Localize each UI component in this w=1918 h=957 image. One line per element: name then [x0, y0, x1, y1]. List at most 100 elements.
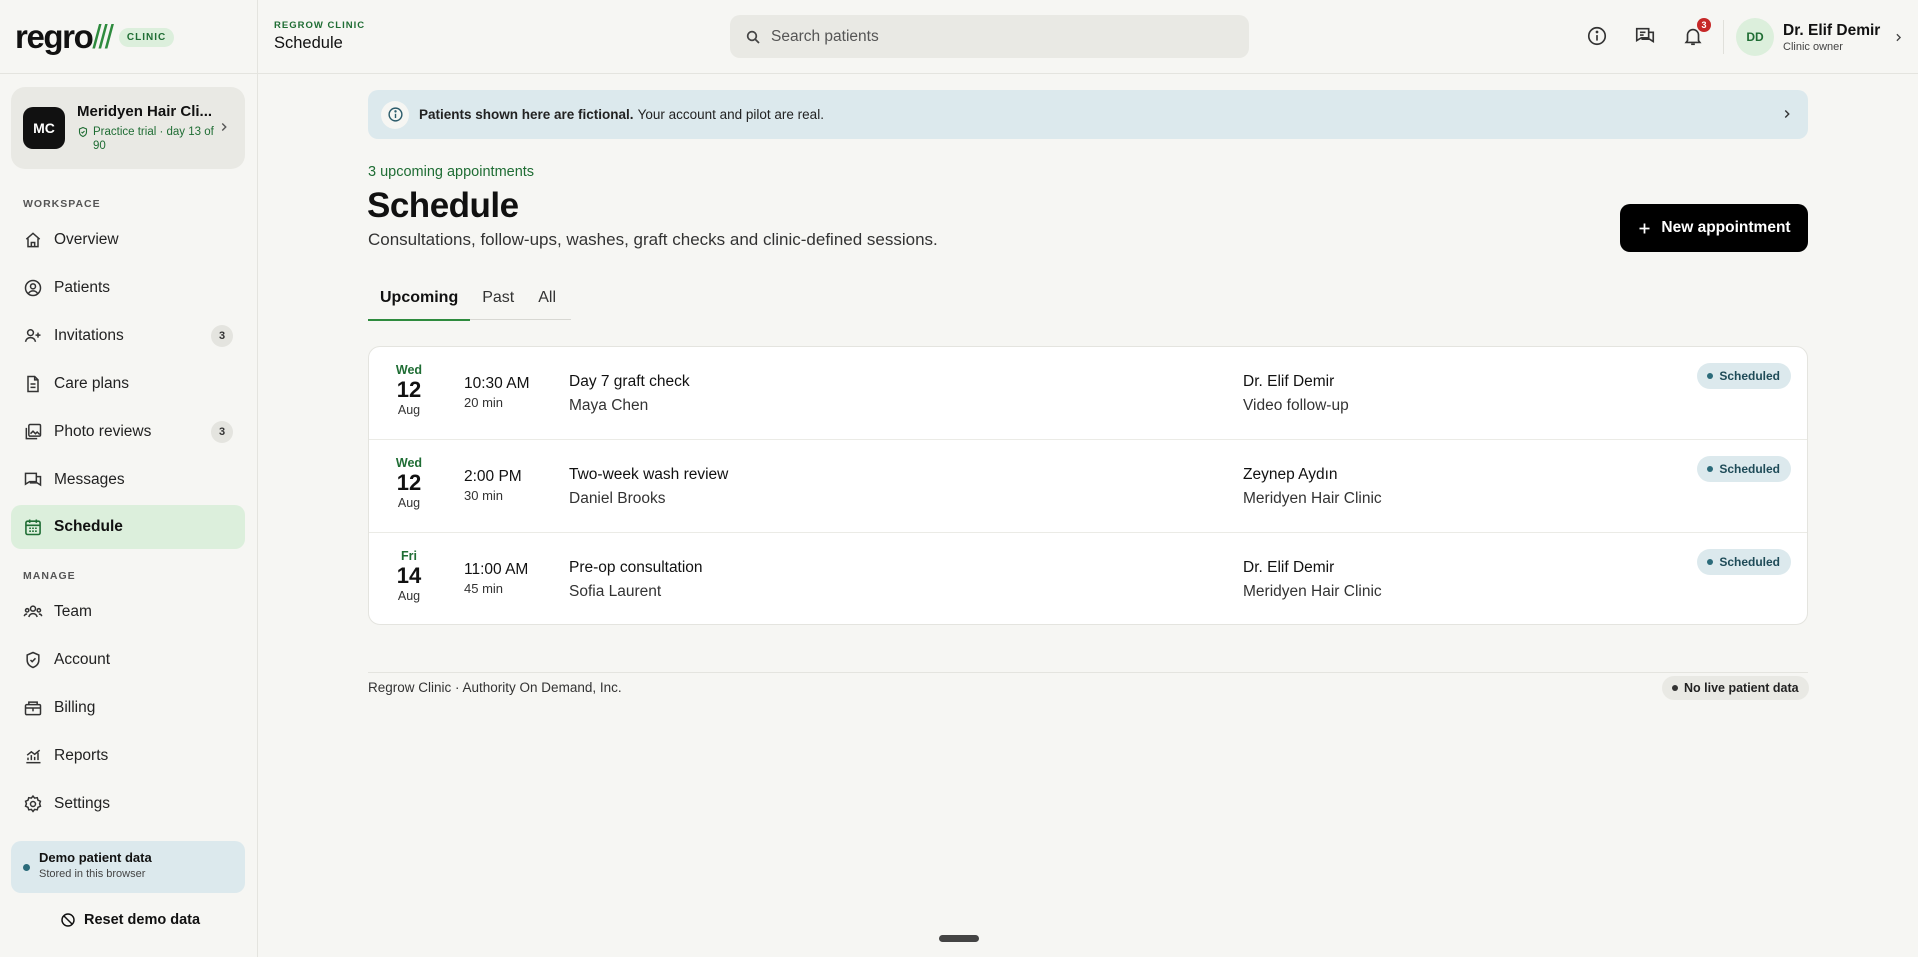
sidebar-item-label: Invitations: [54, 327, 124, 344]
appointment-duration: 30 min: [464, 488, 504, 503]
sidebar-item-label: Settings: [54, 795, 111, 812]
sidebar-item-overview[interactable]: Overview: [11, 218, 245, 262]
user-role: Clinic owner: [1783, 40, 1843, 53]
appointment-date: Fri 14 Aug: [386, 549, 432, 603]
appointment-date: Wed 12 Aug: [386, 363, 432, 417]
search-icon: [746, 30, 760, 44]
tab-all[interactable]: All: [526, 283, 568, 320]
drag-handle[interactable]: [939, 935, 979, 942]
status-label: Scheduled: [1719, 462, 1780, 476]
appointment-patient: Maya Chen: [569, 397, 649, 414]
sidebar-item-label: Photo reviews: [54, 423, 152, 440]
photo-reviews-count-badge: 3: [211, 421, 233, 443]
sidebar-item-label: Team: [54, 603, 92, 620]
calendar-icon: [25, 519, 41, 536]
user-circle-icon: [24, 279, 42, 297]
status-label: Scheduled: [1719, 369, 1780, 383]
appointment-row[interactable]: Wed 12 Aug 10:30 AM 20 min Day 7 graft c…: [369, 347, 1807, 440]
reset-demo-data-label: Reset demo data: [84, 912, 201, 928]
appointment-title: Two-week wash review: [569, 466, 729, 483]
sidebar-item-care-plans[interactable]: Care plans: [11, 362, 245, 406]
appointment-date: Wed 12 Aug: [386, 456, 432, 510]
sidebar-item-reports[interactable]: Reports: [11, 734, 245, 778]
appointment-location: Meridyen Hair Clinic: [1243, 583, 1382, 600]
fictional-data-banner[interactable]: Patients shown here are fictional. Your …: [368, 90, 1808, 139]
info-icon[interactable]: [1586, 25, 1608, 47]
shield-check-icon: [78, 126, 88, 138]
chevron-right-icon: [221, 123, 227, 131]
sidebar-item-messages[interactable]: Messages: [11, 458, 245, 502]
appointment-location: Video follow-up: [1243, 397, 1349, 414]
chevron-right-icon: [1784, 110, 1790, 118]
appointment-provider: Zeynep Aydın: [1243, 466, 1338, 483]
appointment-row[interactable]: Fri 14 Aug 11:00 AM 45 min Pre-op consul…: [369, 533, 1807, 624]
appointment-weekday: Fri: [401, 549, 417, 563]
sidebar-item-photo-reviews[interactable]: Photo reviews 3: [11, 410, 245, 454]
status-dot: [1707, 559, 1714, 565]
sidebar-item-invitations[interactable]: Invitations 3: [11, 314, 245, 358]
sidebar-item-label: Reports: [54, 747, 109, 764]
sidebar-item-schedule[interactable]: Schedule: [11, 505, 245, 549]
sidebar-item-settings[interactable]: Settings: [11, 782, 245, 826]
tab-past[interactable]: Past: [470, 283, 526, 320]
search-bar[interactable]: [730, 15, 1249, 58]
schedule-tabs: Upcoming Past All: [368, 283, 571, 321]
user-menu[interactable]: DD Dr. Elif Demir Clinic owner: [1736, 18, 1905, 56]
brand: regro/// CLINIC: [0, 0, 257, 74]
invitations-count-badge: 3: [211, 325, 233, 347]
appointment-time: 2:00 PM: [464, 468, 522, 485]
sidebar-item-label: Account: [54, 651, 111, 668]
ban-icon: [61, 913, 75, 927]
sidebar-item-label: Messages: [54, 471, 125, 488]
appointment-day: 12: [396, 377, 422, 402]
chat-icon[interactable]: [1634, 25, 1656, 47]
workspace-label: WORKSPACE: [23, 198, 101, 210]
notification-badge: 3: [1697, 18, 1711, 32]
status-badge: Scheduled: [1697, 549, 1791, 575]
sidebar-item-patients[interactable]: Patients: [11, 266, 245, 310]
footer-text: Regrow Clinic · Authority On Demand, Inc…: [368, 680, 622, 695]
breadcrumb: REGROW CLINIC: [274, 20, 366, 31]
appointment-provider: Dr. Elif Demir: [1243, 373, 1335, 390]
demo-data-subtitle: Stored in this browser: [39, 868, 146, 880]
banner-heading: Patients shown here are fictional.: [419, 107, 634, 122]
page-subtitle: Consultations, follow-ups, washes, graft…: [368, 230, 938, 249]
tab-upcoming[interactable]: Upcoming: [368, 283, 471, 321]
appointment-duration: 45 min: [464, 581, 504, 596]
regrow-logo[interactable]: regro///: [15, 20, 114, 53]
demo-data-title: Demo patient data: [39, 850, 152, 865]
banner-text: Your account and pilot are real.: [637, 107, 824, 122]
manage-label: MANAGE: [23, 570, 76, 582]
sidebar-item-billing[interactable]: Billing: [11, 686, 245, 730]
document-icon: [27, 375, 39, 393]
sidebar-item-account[interactable]: Account: [11, 638, 245, 682]
sidebar-item-label: Schedule: [54, 518, 123, 535]
appointment-location: Meridyen Hair Clinic: [1243, 490, 1382, 507]
sidebar-item-team[interactable]: Team: [11, 590, 245, 634]
clinic-switcher[interactable]: MC Meridyen Hair Cli... Practice trial ·…: [11, 87, 245, 169]
appointment-weekday: Wed: [395, 456, 423, 470]
page-title: Schedule: [367, 186, 519, 225]
appointment-patient: Daniel Brooks: [569, 490, 666, 507]
team-icon: [23, 605, 43, 618]
user-plus-icon: [24, 329, 41, 343]
info-icon: [381, 100, 409, 129]
sidebar-item-label: Care plans: [54, 375, 129, 392]
appointment-duration: 20 min: [464, 395, 504, 410]
reset-demo-data-button[interactable]: Reset demo data: [60, 912, 200, 928]
appointment-day: 12: [396, 470, 422, 495]
avatar: DD: [1736, 18, 1774, 56]
new-appointment-button[interactable]: New appointment: [1620, 204, 1808, 252]
appointment-row[interactable]: Wed 12 Aug 2:00 PM 30 min Two-week wash …: [369, 440, 1807, 533]
appointment-weekday: Wed: [395, 363, 423, 377]
sidebar-item-label: Overview: [54, 231, 119, 248]
home-icon: [25, 232, 41, 248]
sidebar-item-label: Billing: [54, 699, 96, 716]
search-input[interactable]: [771, 27, 1211, 46]
demo-data-card: Demo patient data Stored in this browser: [11, 841, 245, 893]
status-dot: [1707, 373, 1714, 379]
plus-icon: [1639, 223, 1650, 233]
billing-icon: [24, 701, 42, 716]
clinic-avatar: MC: [23, 107, 65, 149]
chevron-right-icon: [1896, 33, 1902, 41]
